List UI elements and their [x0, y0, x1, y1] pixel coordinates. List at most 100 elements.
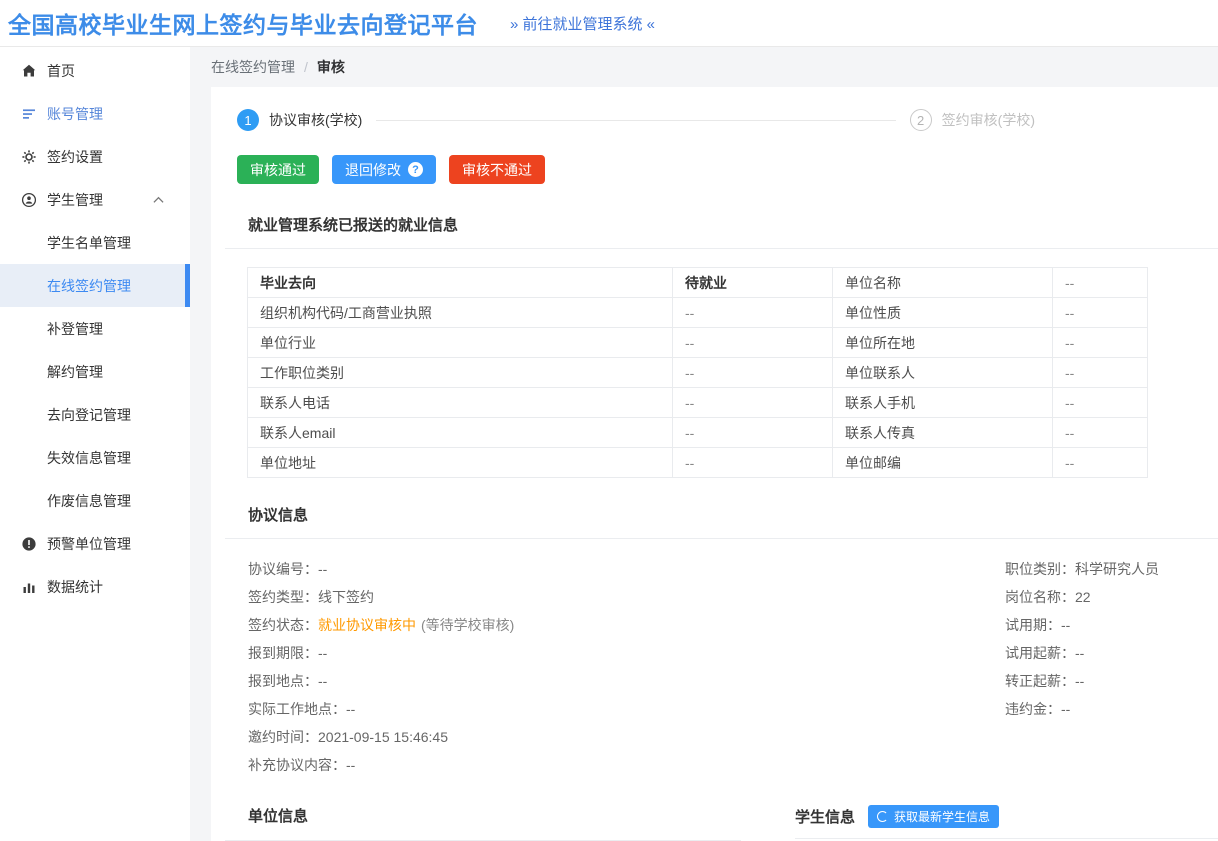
sidebar-item-label: 失效信息管理: [47, 448, 131, 468]
table-row: 联系人email -- 联系人传真 --: [248, 418, 1148, 448]
info-label: 签约状态：: [248, 617, 318, 633]
table-cell: --: [673, 388, 833, 418]
reject-button[interactable]: 审核不通过: [449, 155, 545, 184]
info-row-penalty: 违约金：--: [1005, 695, 1218, 723]
approve-button-label: 审核通过: [250, 160, 306, 180]
step-2-label: 签约审核(学校): [942, 110, 1035, 130]
table-cell: --: [1053, 358, 1148, 388]
table-cell: --: [1053, 328, 1148, 358]
info-label: 实际工作地点：: [248, 701, 346, 717]
info-row-probation-salary: 试用起薪：--: [1005, 639, 1218, 667]
step-2-circle: 2: [910, 109, 932, 131]
info-label: 补充协议内容：: [248, 757, 346, 773]
sidebar-item-student-mgmt[interactable]: 学生管理: [0, 178, 190, 221]
info-row-regular-salary: 转正起薪：--: [1005, 667, 1218, 695]
table-cell: --: [1053, 298, 1148, 328]
company-info-section: 单位信息: [225, 805, 741, 841]
info-row-invite-time: 邀约时间：2021-09-15 15:46:45: [248, 723, 1218, 751]
info-value: --: [346, 757, 355, 773]
step-connector-line: [376, 120, 895, 121]
table-row: 联系人电话 -- 联系人手机 --: [248, 388, 1148, 418]
step-agreement-review: 1 协议审核(学校): [237, 109, 362, 131]
table-cell: --: [673, 298, 833, 328]
info-value: --: [318, 645, 327, 661]
approve-button[interactable]: 审核通过: [237, 155, 319, 184]
info-row-position-category: 职位类别：科学研究人员: [1005, 555, 1218, 583]
table-cell: 单位名称: [833, 268, 1053, 298]
info-value: --: [318, 673, 327, 689]
review-card: 1 协议审核(学校) 2 签约审核(学校) 审核通过 退回修改: [211, 87, 1218, 841]
table-cell: --: [673, 328, 833, 358]
student-icon: [21, 192, 37, 208]
info-label: 邀约时间：: [248, 729, 318, 745]
agreement-info-right-column: 职位类别：科学研究人员 岗位名称：22 试用期：-- 试用起薪：-- 转正起薪：…: [1005, 555, 1218, 723]
sidebar-item-voided-info[interactable]: 作废信息管理: [0, 479, 190, 522]
info-value: --: [1061, 617, 1070, 633]
action-buttons: 审核通过 退回修改 ? 审核不通过: [237, 155, 1218, 184]
sidebar-item-termination[interactable]: 解约管理: [0, 350, 190, 393]
info-label: 协议编号：: [248, 561, 318, 577]
sidebar: 首页 账号管理 签约设置 学生管理 学生名单管理 在线签约管理 补登管理 解约管…: [0, 47, 190, 841]
refresh-student-info-button[interactable]: 获取最新学生信息: [868, 805, 999, 828]
sidebar-item-label: 学生管理: [47, 190, 103, 210]
sidebar-item-destination-reg[interactable]: 去向登记管理: [0, 393, 190, 436]
table-cell: 单位性质: [833, 298, 1053, 328]
table-row: 毕业去向 待就业 单位名称 --: [248, 268, 1148, 298]
sidebar-item-label: 在线签约管理: [47, 276, 131, 296]
section-divider: [795, 838, 1218, 839]
send-back-button[interactable]: 退回修改 ?: [332, 155, 436, 184]
sidebar-item-home[interactable]: 首页: [0, 49, 190, 92]
sidebar-item-label: 账号管理: [47, 104, 103, 124]
table-row: 工作职位类别 -- 单位联系人 --: [248, 358, 1148, 388]
info-label: 签约类型：: [248, 589, 318, 605]
table-cell: 单位地址: [248, 448, 673, 478]
info-value: 2021-09-15 15:46:45: [318, 729, 448, 745]
breadcrumb-parent[interactable]: 在线签约管理: [211, 57, 295, 77]
sidebar-item-student-list[interactable]: 学生名单管理: [0, 221, 190, 264]
info-row-position-name: 岗位名称：22: [1005, 583, 1218, 611]
breadcrumb: 在线签约管理 / 审核: [190, 47, 1218, 87]
portal-link[interactable]: » 前往就业管理系统 «: [510, 13, 655, 34]
section-divider: [225, 538, 1218, 539]
table-cell: 工作职位类别: [248, 358, 673, 388]
table-cell: 单位联系人: [833, 358, 1053, 388]
sidebar-item-sign-settings[interactable]: 签约设置: [0, 135, 190, 178]
step-signing-review: 2 签约审核(学校): [910, 109, 1035, 131]
main-area: 在线签约管理 / 审核 1 协议审核(学校) 2 签约审核(学校): [190, 47, 1218, 841]
chevron-up-icon: [153, 196, 164, 204]
sidebar-item-label: 首页: [47, 61, 75, 81]
breadcrumb-separator: /: [304, 59, 308, 75]
sidebar-item-label: 补登管理: [47, 319, 103, 339]
table-cell: --: [1053, 418, 1148, 448]
info-value: 线下签约: [318, 589, 374, 605]
status-badge: 就业协议审核中: [318, 617, 416, 633]
company-info-title: 单位信息: [248, 805, 741, 826]
info-label: 职位类别：: [1005, 561, 1075, 577]
sidebar-item-online-signing[interactable]: 在线签约管理: [0, 264, 190, 307]
sidebar-item-invalid-info[interactable]: 失效信息管理: [0, 436, 190, 479]
sidebar-item-account[interactable]: 账号管理: [0, 92, 190, 135]
warning-icon: [21, 536, 37, 552]
breadcrumb-current: 审核: [317, 57, 345, 77]
info-value: --: [1061, 701, 1070, 717]
table-row: 单位地址 -- 单位邮编 --: [248, 448, 1148, 478]
info-value: --: [318, 561, 327, 577]
info-label: 报到期限：: [248, 645, 318, 661]
refresh-button-label: 获取最新学生信息: [894, 808, 990, 825]
table-row: 组织机构代码/工商营业执照 -- 单位性质 --: [248, 298, 1148, 328]
sidebar-item-statistics[interactable]: 数据统计: [0, 565, 190, 608]
table-cell: 联系人手机: [833, 388, 1053, 418]
question-mark-icon: ?: [408, 162, 423, 177]
reported-info-section: 就业管理系统已报送的就业信息 毕业去向 待就业 单位名称 -- 组织机构代码/工…: [225, 214, 1218, 478]
table-cell: 组织机构代码/工商营业执照: [248, 298, 673, 328]
sidebar-item-label: 作废信息管理: [47, 491, 131, 511]
reported-info-table: 毕业去向 待就业 单位名称 -- 组织机构代码/工商营业执照 -- 单位性质 -…: [247, 267, 1148, 478]
table-cell: 单位所在地: [833, 328, 1053, 358]
sidebar-item-warning-units[interactable]: 预警单位管理: [0, 522, 190, 565]
sidebar-item-label: 预警单位管理: [47, 534, 131, 554]
refresh-icon: [877, 811, 888, 822]
sidebar-item-supplement[interactable]: 补登管理: [0, 307, 190, 350]
step-1-circle: 1: [237, 109, 259, 131]
account-list-icon: [21, 106, 37, 122]
app-title: 全国高校毕业生网上签约与毕业去向登记平台: [8, 6, 478, 40]
